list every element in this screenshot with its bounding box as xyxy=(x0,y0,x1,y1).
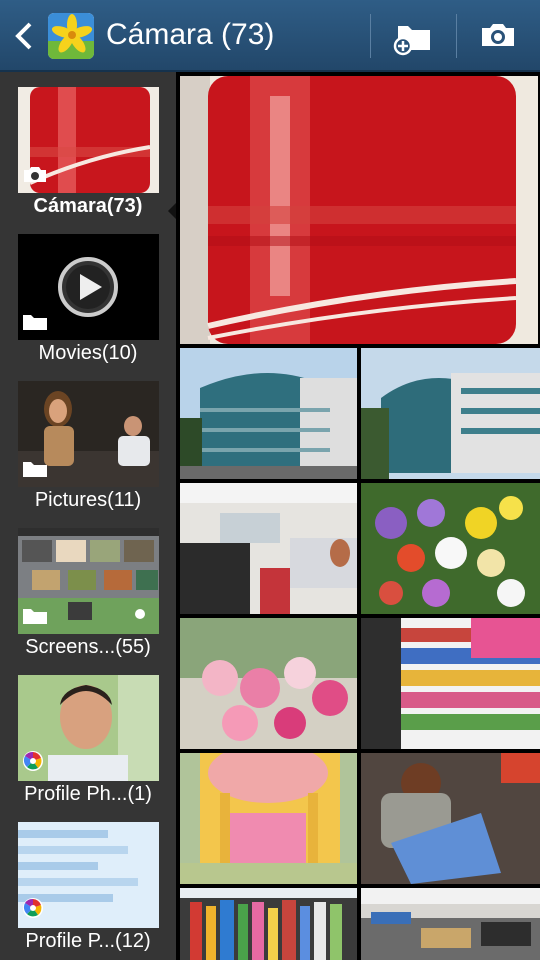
divider xyxy=(456,14,457,58)
photo-thumbnail[interactable] xyxy=(180,348,357,479)
gallery-app-icon[interactable] xyxy=(48,13,94,59)
album-label: Profile Ph...(1) xyxy=(24,783,152,805)
photo-thumbnail[interactable] xyxy=(180,483,357,614)
new-album-button[interactable] xyxy=(386,12,442,60)
picasa-icon xyxy=(23,751,43,771)
new-folder-icon xyxy=(393,26,430,56)
album-item-profile-photos[interactable]: Profile Ph...(1) xyxy=(0,675,176,822)
photo-thumbnail[interactable] xyxy=(180,753,357,884)
album-thumbnail xyxy=(18,234,159,340)
folder-icon xyxy=(23,609,47,624)
camera-icon xyxy=(482,24,514,46)
photo-thumbnail[interactable] xyxy=(361,348,540,479)
page-title: Cámara (73) xyxy=(106,18,275,51)
photo-thumbnail[interactable] xyxy=(361,888,540,960)
album-item-profile-pictures[interactable]: Profile P...(12) xyxy=(0,822,176,960)
photo-thumbnail[interactable] xyxy=(361,753,540,884)
album-thumbnail xyxy=(18,675,159,781)
album-label: Screens...(55) xyxy=(25,636,151,658)
album-sidebar: Cámara(73) Movies(10) Pictures(11) Scree… xyxy=(0,72,177,960)
photo-thumbnail[interactable] xyxy=(180,888,357,960)
folder-icon xyxy=(23,462,47,477)
album-thumbnail xyxy=(18,87,159,193)
flower-icon xyxy=(48,13,94,59)
album-label: Cámara(73) xyxy=(33,195,143,217)
chevron-left-icon xyxy=(15,22,32,50)
photo-thumbnail[interactable] xyxy=(180,618,357,749)
album-item-screenshots[interactable]: Screens...(55) xyxy=(0,528,176,675)
album-label: Profile P...(12) xyxy=(25,930,151,952)
photo-thumbnail[interactable] xyxy=(361,618,540,749)
album-label: Pictures(11) xyxy=(34,489,142,511)
album-thumbnail xyxy=(18,528,159,634)
album-item-movies[interactable]: Movies(10) xyxy=(0,234,176,381)
album-item-camara[interactable]: Cámara(73) xyxy=(0,87,176,234)
album-item-pictures[interactable]: Pictures(11) xyxy=(0,381,176,528)
album-label: Movies(10) xyxy=(38,342,138,364)
camera-icon xyxy=(24,167,46,182)
photo-thumbnail[interactable] xyxy=(361,483,540,614)
album-thumbnail xyxy=(18,822,159,928)
photo-thumbnail-large[interactable] xyxy=(180,76,538,344)
picasa-icon xyxy=(23,898,43,918)
divider xyxy=(370,14,371,58)
photo-grid xyxy=(176,72,540,960)
camera-button[interactable] xyxy=(470,12,526,60)
action-bar: Cámara (73) xyxy=(0,0,540,72)
album-thumbnail xyxy=(18,381,159,487)
folder-icon xyxy=(23,315,47,330)
back-button[interactable] xyxy=(6,18,42,54)
